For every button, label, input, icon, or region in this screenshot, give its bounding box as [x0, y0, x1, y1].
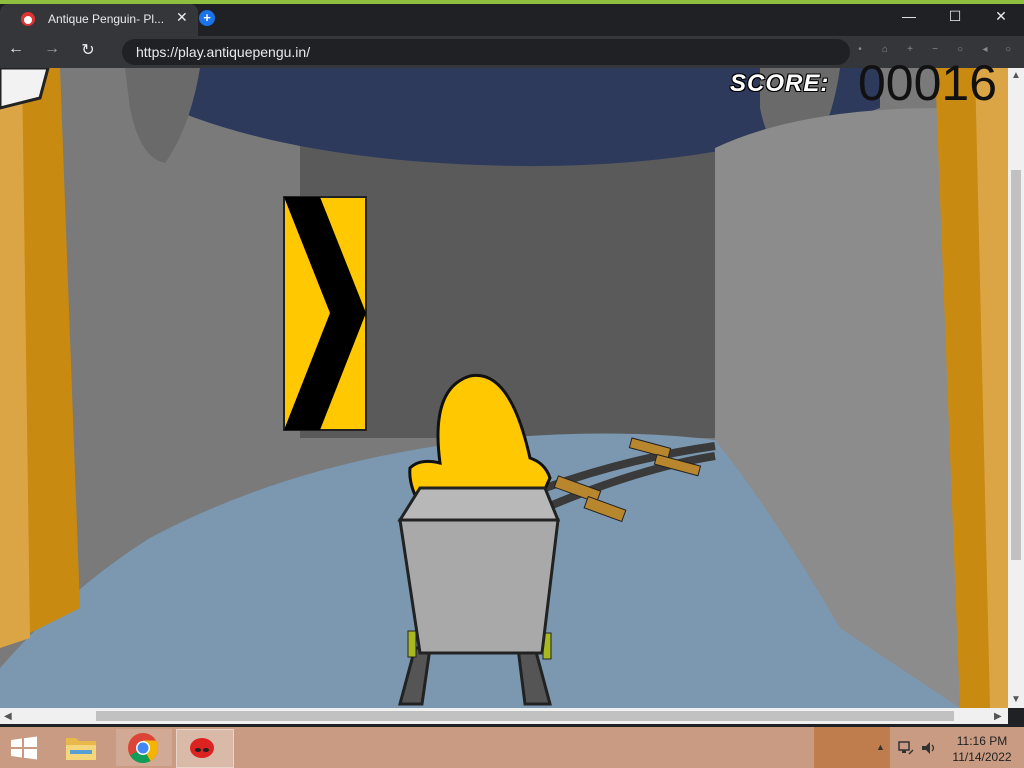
- mine-cart-scene: [0, 68, 1008, 708]
- clock-time: 11:16 PM: [956, 734, 1008, 748]
- scroll-up-arrow-icon[interactable]: ▲: [1011, 70, 1021, 81]
- mine-cart-rim: [397, 486, 561, 522]
- address-url: https://play.antiquepengu.in/: [136, 44, 311, 60]
- new-tab-icon[interactable]: +: [199, 10, 215, 26]
- penguin-app-icon[interactable]: [188, 736, 216, 760]
- scroll-down-arrow-icon[interactable]: ▼: [1011, 694, 1021, 705]
- tab-favicon-icon: [21, 12, 35, 26]
- scroll-right-arrow-icon[interactable]: ▶: [994, 711, 1002, 722]
- tray-expand-icon[interactable]: ▲: [876, 742, 885, 752]
- extension-icon-3[interactable]: ○: [1000, 44, 1016, 55]
- taskbar-clock[interactable]: 11:16 PM 11/14/2022: [940, 733, 1024, 765]
- scroll-left-arrow-icon[interactable]: ◀: [4, 711, 12, 722]
- chrome-icon[interactable]: [127, 732, 159, 764]
- volume-icon[interactable]: [920, 740, 938, 756]
- tab-title: Antique Penguin- Pl...: [48, 12, 165, 26]
- mine-cart: [398, 518, 560, 655]
- clock-date: 11/14/2022: [952, 750, 1012, 764]
- file-explorer-icon[interactable]: [64, 732, 98, 764]
- vertical-scroll-thumb[interactable]: [1011, 170, 1021, 560]
- cart-bumper-left: [407, 630, 417, 658]
- horizontal-scroll-thumb[interactable]: [96, 711, 954, 721]
- minimize-button[interactable]: —: [886, 8, 932, 24]
- network-icon[interactable]: [897, 740, 915, 756]
- forward-button[interactable]: →: [40, 40, 64, 58]
- back-button[interactable]: ←: [4, 40, 28, 58]
- game-viewport[interactable]: [0, 68, 1008, 708]
- reload-button[interactable]: ↻: [76, 40, 100, 60]
- tab-close-icon[interactable]: ✕: [176, 9, 188, 26]
- windows-start-icon[interactable]: [10, 736, 38, 760]
- maximize-button[interactable]: ☐: [932, 8, 978, 25]
- score-value: 00016: [858, 55, 998, 111]
- close-window-button[interactable]: ✕: [978, 8, 1024, 25]
- score-label: SCORE:: [730, 70, 830, 97]
